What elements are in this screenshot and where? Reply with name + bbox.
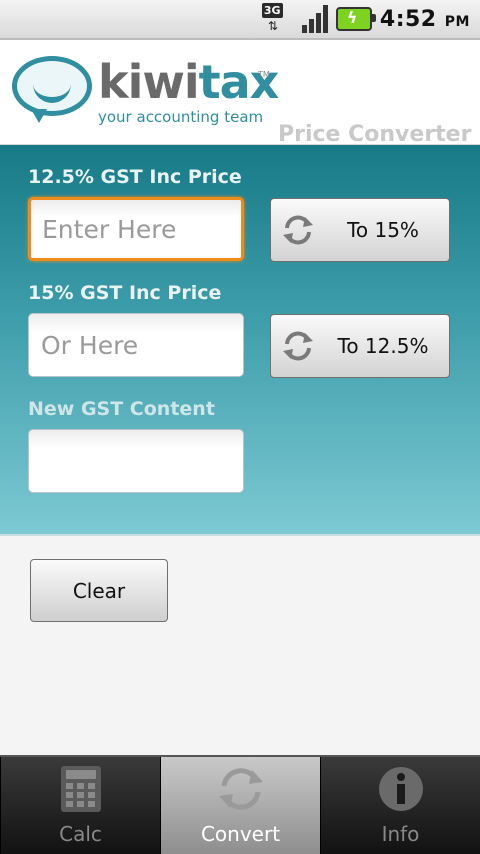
status-clock: 4:52 PM — [379, 6, 470, 32]
tab-convert-label: Convert — [200, 822, 281, 846]
tab-info[interactable]: Info — [320, 757, 480, 854]
app-header: kiwitax TM your accounting team Price Co… — [0, 40, 480, 147]
page-title: Price Converter — [278, 122, 472, 147]
tab-calc-label: Calc — [59, 822, 102, 846]
kiwitax-logo: kiwitax TM your accounting team — [12, 54, 279, 134]
calculator-icon — [60, 766, 101, 812]
field2-label: 15% GST Inc Price — [28, 282, 222, 304]
to-15-button-label: To 15% — [347, 218, 419, 242]
tab-calc[interactable]: Calc — [0, 757, 160, 854]
converter-panel: 12.5% GST Inc Price Enter Here To 15% 15… — [0, 145, 480, 536]
clear-button[interactable]: Clear — [30, 559, 168, 622]
to-12-5-button-label: To 12.5% — [337, 334, 429, 358]
bottom-tab-bar: Calc Convert Info — [0, 755, 480, 854]
gst-15-input[interactable]: Or Here — [28, 313, 244, 377]
gst-content-output[interactable] — [28, 429, 244, 493]
battery-charging-icon: ϟ — [335, 7, 376, 31]
status-bar: 3G ⇅ ϟ 4:52 PM — [0, 0, 480, 40]
refresh-icon — [283, 331, 313, 361]
logo-trademark: TM — [258, 70, 270, 79]
info-icon — [378, 767, 423, 811]
3g-data-icon: 3G ⇅ — [261, 3, 283, 33]
status-icons: 3G ⇅ ϟ 4:52 PM — [261, 2, 470, 36]
field1-label: 12.5% GST Inc Price — [28, 166, 242, 188]
speech-bubble-icon — [12, 56, 92, 123]
gst-12-5-input[interactable]: Enter Here — [28, 197, 244, 261]
signal-bars-icon — [301, 5, 328, 33]
field3-label: New GST Content — [28, 398, 215, 420]
refresh-icon — [218, 768, 263, 810]
logo-tagline: your accounting team — [98, 108, 264, 126]
tab-info-label: Info — [381, 822, 420, 846]
logo-wordmark: kiwitax — [98, 55, 279, 109]
to-15-button[interactable]: To 15% — [270, 198, 450, 262]
tab-convert[interactable]: Convert — [160, 757, 320, 854]
to-12-5-button[interactable]: To 12.5% — [270, 314, 450, 378]
refresh-icon — [283, 215, 313, 245]
